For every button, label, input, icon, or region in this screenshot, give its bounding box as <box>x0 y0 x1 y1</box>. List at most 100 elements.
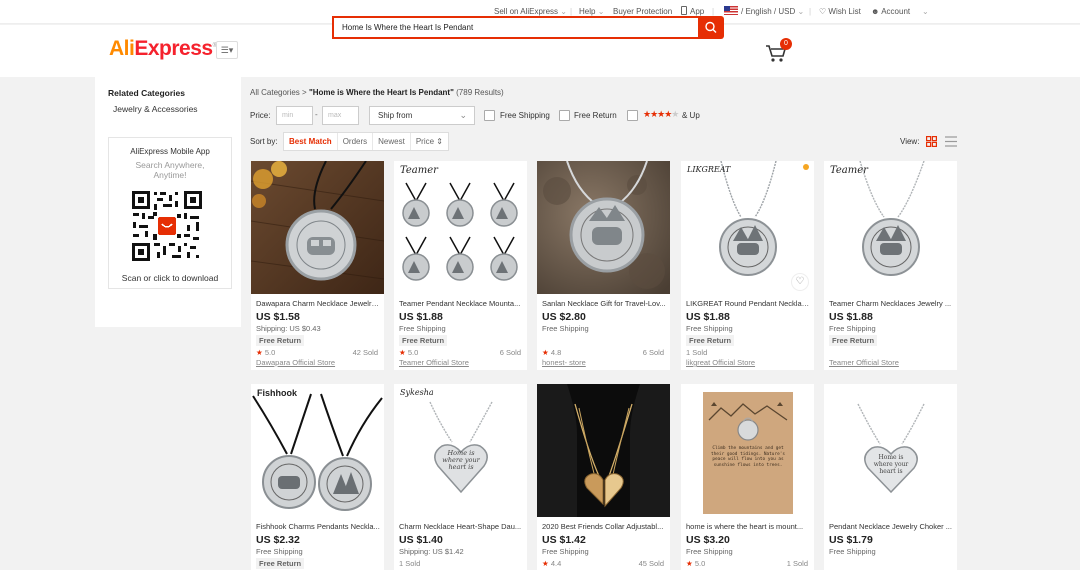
and-up-label[interactable]: & Up <box>682 111 700 120</box>
product-image[interactable]: Teamer <box>824 161 957 294</box>
store-link[interactable]: Teamer Official Store <box>399 358 469 367</box>
price-min-input[interactable]: min <box>276 106 313 125</box>
store-link[interactable]: honest- store <box>542 358 586 367</box>
sort-orders[interactable]: Orders <box>338 133 374 150</box>
product-title[interactable]: Dawapara Charm Necklace Jewelry... <box>256 299 380 308</box>
menu-icon: ☰▾ <box>220 45 234 55</box>
free-return-badge: Free Return <box>256 335 305 346</box>
product-price: US $1.88 <box>399 311 443 323</box>
product-image[interactable]: Fishhook <box>251 384 384 517</box>
rating-stars-icon: ★★★★★ <box>643 109 679 119</box>
category-link-jewelry[interactable]: Jewelry & Accessories <box>113 104 198 114</box>
search-icon <box>705 21 717 33</box>
product-title[interactable]: Fishhook Charms Pendants Neckla... <box>256 522 380 531</box>
free-return-badge: Free Return <box>256 558 305 569</box>
product-image[interactable]: Climb the mountains and get their good t… <box>681 384 814 517</box>
product-card[interactable]: Home is where your heart is Pendant Neck… <box>824 384 957 570</box>
free-return-badge: Free Return <box>829 335 878 346</box>
heart-icon: ♡ <box>819 7 827 16</box>
engraving-line: heart is <box>448 463 474 471</box>
product-card[interactable]: Fishhook Fishhook Charms Pendants Neckla… <box>251 384 384 570</box>
product-rating: ★ 5.0 <box>256 348 275 357</box>
product-image[interactable]: Home is where your heart is <box>824 384 957 517</box>
product-shipping: Free Shipping <box>256 547 303 556</box>
brand-watermark: LIKGREAT <box>687 165 731 174</box>
product-image[interactable] <box>537 161 670 294</box>
product-price: US $2.80 <box>542 311 586 323</box>
product-card[interactable]: Sanlan Necklace Gift for Travel-Lov... U… <box>537 161 670 370</box>
aliexpress-logo[interactable]: AliExpress® <box>109 37 217 61</box>
product-card[interactable]: Dawapara Charm Necklace Jewelry... US $1… <box>251 161 384 370</box>
sort-price[interactable]: Price ⇕ <box>411 133 448 150</box>
product-card[interactable]: Teamer Teamer Pendant Necklace Mounta...… <box>394 161 527 370</box>
wishlist-heart-button[interactable]: ♡ <box>791 273 809 291</box>
product-image[interactable] <box>537 384 670 517</box>
chevron-down-icon: ⌄ <box>597 7 605 16</box>
product-title[interactable]: 2020 Best Friends Collar Adjustabl... <box>542 522 666 531</box>
product-title[interactable]: LIKGREAT Round Pendant Necklac... <box>686 299 810 308</box>
related-categories-title: Related Categories <box>108 88 185 98</box>
help-label: Help <box>579 7 596 16</box>
free-shipping-label[interactable]: Free Shipping <box>500 111 550 120</box>
breadcrumb-all-categories[interactable]: All Categories <box>250 88 300 97</box>
chevron-down-icon[interactable]: ⌄ <box>922 0 929 24</box>
rating-checkbox[interactable] <box>627 110 638 121</box>
product-price: US $3.20 <box>686 534 730 546</box>
sort-newest[interactable]: Newest <box>373 133 411 150</box>
product-title[interactable]: Teamer Pendant Necklace Mounta... <box>399 299 523 308</box>
divider: | <box>809 7 812 16</box>
chevron-down-icon: ⌄ <box>797 7 805 16</box>
qr-code[interactable] <box>131 190 203 262</box>
locale-label: / English / USD <box>741 7 796 16</box>
product-image[interactable]: LIKGREAT ♡ <box>681 161 814 294</box>
engraving-line: heart is <box>879 468 903 475</box>
rating-value: 4.8 <box>550 348 562 357</box>
product-price: US $1.79 <box>829 534 873 546</box>
account-label: Account <box>881 7 911 16</box>
product-title[interactable]: Sanlan Necklace Gift for Travel-Lov... <box>542 299 666 308</box>
product-image[interactable] <box>251 161 384 294</box>
store-link[interactable]: likgreat Official Store <box>686 358 755 367</box>
ship-from-select[interactable]: Ship from ⌄ <box>369 106 475 125</box>
wishlist-link[interactable]: ♡ Wish List <box>819 0 861 24</box>
locale-selector[interactable]: / English / USD ⌄ <box>724 0 804 24</box>
search-input[interactable]: Home Is Where the Heart Is Pendant <box>332 16 698 39</box>
list-view-icon[interactable] <box>945 136 957 147</box>
rating-value: 5.0 <box>264 348 276 357</box>
product-image[interactable]: Sykesha Home is where your heart is <box>394 384 527 517</box>
brand-watermark: Sykesha <box>400 388 434 397</box>
search-button[interactable] <box>698 16 724 39</box>
free-return-checkbox[interactable] <box>559 110 570 121</box>
result-count: (789 Results) <box>456 88 504 97</box>
product-card[interactable]: 2020 Best Friends Collar Adjustabl... US… <box>537 384 670 570</box>
product-rating: ★ 5.0 <box>686 559 705 568</box>
filter-bar: Price: min - max Ship from ⌄ Free Shippin… <box>250 106 950 126</box>
product-rating: ★ 5.0 <box>399 348 418 357</box>
free-shipping-checkbox[interactable] <box>484 110 495 121</box>
price-max-input[interactable]: max <box>322 106 359 125</box>
pendant-engraving: Home is where your heart is <box>435 450 487 471</box>
store-link[interactable]: Dawapara Official Store <box>256 358 335 367</box>
grid-view-icon[interactable] <box>926 136 937 147</box>
product-title[interactable]: home is where the heart is mount... <box>686 522 810 531</box>
product-title[interactable]: Charm Necklace Heart-Shape Dau... <box>399 522 523 531</box>
account-link[interactable]: ☻ Account <box>871 0 910 24</box>
category-menu-button[interactable]: ☰▾ <box>216 41 238 59</box>
sort-best-match[interactable]: Best Match <box>284 133 338 150</box>
free-return-badge: Free Return <box>399 335 448 346</box>
product-title[interactable]: Pendant Necklace Jewelry Choker ... <box>829 522 953 531</box>
product-card[interactable]: Teamer Teamer Charm Necklaces Jewelry ..… <box>824 161 957 370</box>
ship-from-label: Ship from <box>378 111 413 120</box>
free-return-label[interactable]: Free Return <box>574 111 617 120</box>
product-image[interactable]: Teamer <box>394 161 527 294</box>
app-scan-text[interactable]: Scan or click to download <box>109 273 231 283</box>
product-title[interactable]: Teamer Charm Necklaces Jewelry ... <box>829 299 953 308</box>
product-rating: ★ 4.8 <box>542 348 561 357</box>
app-label: App <box>690 7 705 16</box>
product-card[interactable]: LIKGREAT ♡ LIKGREAT Round Pendant Neckla… <box>681 161 814 370</box>
mobile-app-promo[interactable]: AliExpress Mobile App Search Anywhere, A… <box>108 137 232 289</box>
store-link[interactable]: Teamer Official Store <box>829 358 899 367</box>
product-card[interactable]: Climb the mountains and get their good t… <box>681 384 814 570</box>
product-card[interactable]: Sykesha Home is where your heart is Char… <box>394 384 527 570</box>
rating-value: 5.0 <box>407 348 419 357</box>
